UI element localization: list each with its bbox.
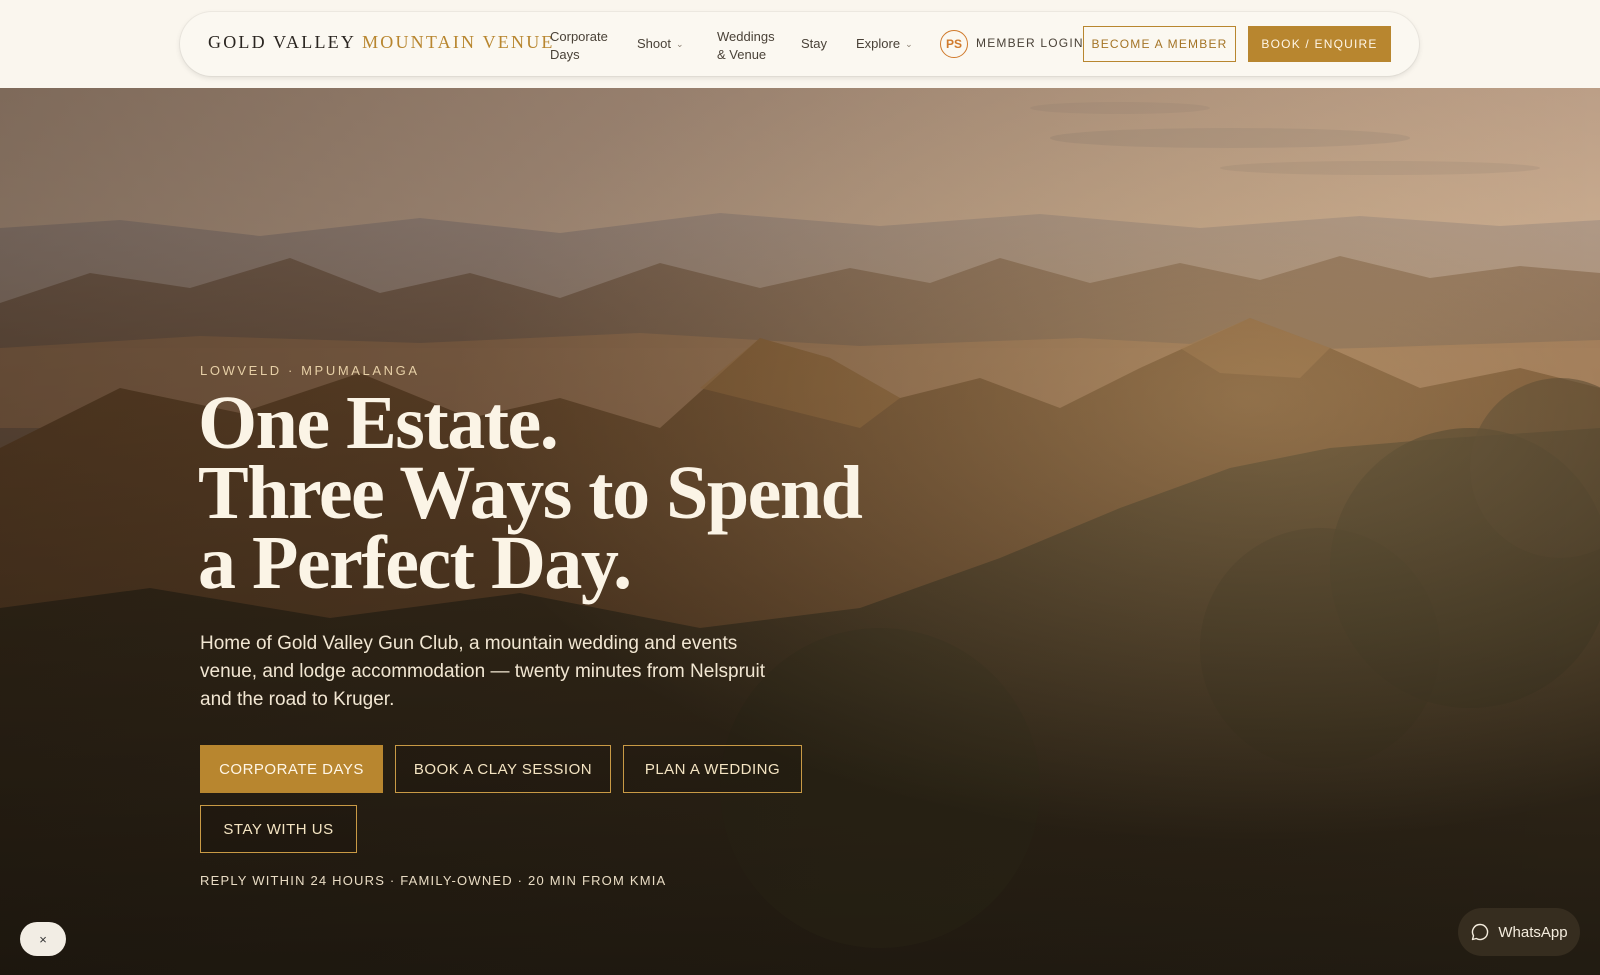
- site-header: GOLD VALLEY MOUNTAIN VENUE Corporate Day…: [0, 0, 1600, 88]
- nav-stay[interactable]: Stay: [801, 35, 827, 53]
- nav-explore-label: Explore: [856, 36, 901, 51]
- nav-weddings-venue[interactable]: Weddings & Venue: [717, 28, 775, 64]
- nav-weddings-line1: Weddings: [717, 29, 775, 44]
- headline-line-2: Three Ways to Spend: [198, 451, 863, 535]
- avatar[interactable]: PS: [940, 30, 968, 58]
- nav-weddings-line2: & Venue: [717, 47, 767, 62]
- headline-line-1: One Estate.: [198, 381, 559, 465]
- trust-line: REPLY WITHIN 24 HOURS · FAMILY-OWNED · 2…: [200, 873, 667, 888]
- close-button[interactable]: ×: [20, 922, 66, 956]
- member-login-link[interactable]: MEMBER LOGIN: [976, 36, 1084, 50]
- nav-corporate-days-line1: Corporate: [550, 29, 608, 44]
- chevron-down-icon: ⌄: [675, 39, 684, 49]
- whatsapp-button[interactable]: WhatsApp: [1458, 908, 1580, 956]
- nav-corporate-days[interactable]: Corporate Days: [550, 28, 608, 64]
- logo-accent: MOUNTAIN VENUE: [362, 32, 555, 52]
- nav-explore[interactable]: Explore ⌄: [856, 35, 913, 54]
- headline-line-3: a Perfect Day.: [198, 521, 632, 605]
- plan-wedding-button[interactable]: PLAN A WEDDING: [623, 745, 802, 793]
- close-icon: ×: [39, 931, 47, 947]
- hero-description: Home of Gold Valley Gun Club, a mountain…: [200, 633, 765, 710]
- nav-corporate-days-line2: Days: [550, 47, 580, 62]
- whatsapp-icon: [1472, 923, 1489, 941]
- nav-shoot[interactable]: Shoot ⌄: [637, 35, 684, 54]
- hero-headline: One Estate. Three Ways to Spend a Perfec…: [198, 381, 898, 605]
- become-member-button[interactable]: BECOME A MEMBER: [1083, 26, 1236, 62]
- logo-primary: GOLD VALLEY: [208, 32, 356, 52]
- chevron-down-icon: ⌄: [905, 39, 913, 49]
- hero: LOWVELD · MPUMALANGA One Estate. Three W…: [0, 88, 1600, 975]
- corporate-days-button[interactable]: CORPORATE DAYS: [200, 745, 383, 793]
- nav-stay-label: Stay: [801, 36, 828, 51]
- book-enquire-button[interactable]: BOOK / ENQUIRE: [1248, 26, 1391, 62]
- site-logo[interactable]: GOLD VALLEY MOUNTAIN VENUE: [208, 32, 555, 53]
- nav-shoot-label: Shoot: [637, 36, 671, 51]
- book-clay-session-button[interactable]: BOOK A CLAY SESSION: [395, 745, 611, 793]
- stay-with-us-button[interactable]: STAY WITH US: [200, 805, 357, 853]
- hero-eyebrow: LOWVELD · MPUMALANGA: [200, 363, 420, 378]
- whatsapp-label: WhatsApp: [1498, 923, 1568, 941]
